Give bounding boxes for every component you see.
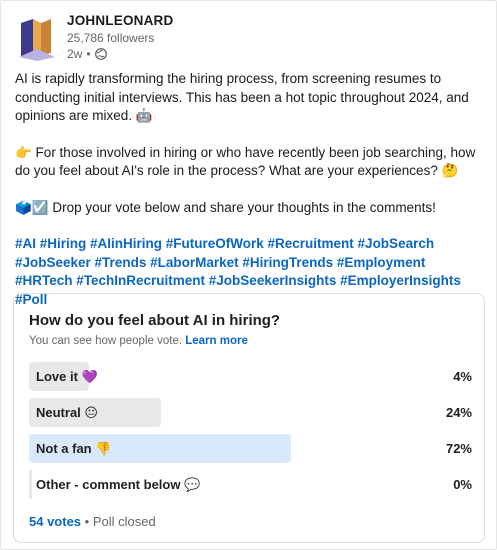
poll-card: How do you feel about AI in hiring? You … — [13, 293, 485, 543]
vote-count[interactable]: 54 votes — [29, 514, 81, 529]
poll-option-percent: 4% — [453, 369, 472, 384]
post-card: JOHNLEONARD 25,786 followers 2w • AI is … — [0, 0, 497, 550]
poll-visibility-note: You can see how people vote. — [29, 335, 183, 347]
poll-question: How do you feel about AI in hiring? — [29, 312, 281, 329]
poll-option-label: Neutral 😐 — [36, 405, 98, 420]
author-block: JOHNLEONARD 25,786 followers 2w • — [67, 13, 173, 61]
author-name[interactable]: JOHNLEONARD — [67, 13, 173, 28]
globe-icon — [94, 48, 107, 60]
poll-option-winner: Not a fan 👎 72% — [29, 434, 472, 463]
poll-option-label: Not a fan 👎 — [36, 441, 112, 456]
poll-subtitle: You can see how people vote. Learn more — [29, 335, 248, 347]
poll-option-label: Love it 💜 — [36, 369, 98, 384]
poll-option-percent: 0% — [453, 477, 472, 492]
poll-option-percent: 24% — [445, 405, 472, 420]
poll-option: Love it 💜 4% — [29, 362, 472, 391]
post-paragraph-1: AI is rapidly transforming the hiring pr… — [15, 71, 469, 123]
company-logo[interactable] — [17, 15, 57, 61]
poll-option: Other - comment below 💬 0% — [29, 470, 472, 499]
poll-status: Poll closed — [92, 514, 156, 529]
meta-separator: • — [86, 47, 91, 61]
post-body: AI is rapidly transforming the hiring pr… — [15, 70, 485, 309]
poll-option: Neutral 😐 24% — [29, 398, 472, 427]
poll-option-percent: 72% — [445, 441, 472, 456]
post-paragraph-3: 🗳️☑️ Drop your vote below and share your… — [15, 199, 436, 215]
post-meta: 2w • — [67, 47, 173, 61]
footer-separator: • — [84, 514, 93, 529]
follower-count: 25,786 followers — [67, 31, 155, 45]
post-age: 2w — [67, 47, 83, 61]
post-header: JOHNLEONARD 25,786 followers 2w • — [15, 11, 485, 67]
poll-option-label: Other - comment below 💬 — [36, 477, 201, 492]
learn-more-link[interactable]: Learn more — [185, 335, 248, 347]
poll-option-bar — [29, 470, 32, 499]
post-paragraph-2: 👉 For those involved in hiring or who ha… — [15, 144, 476, 179]
poll-footer: 54 votes • Poll closed — [29, 514, 156, 529]
